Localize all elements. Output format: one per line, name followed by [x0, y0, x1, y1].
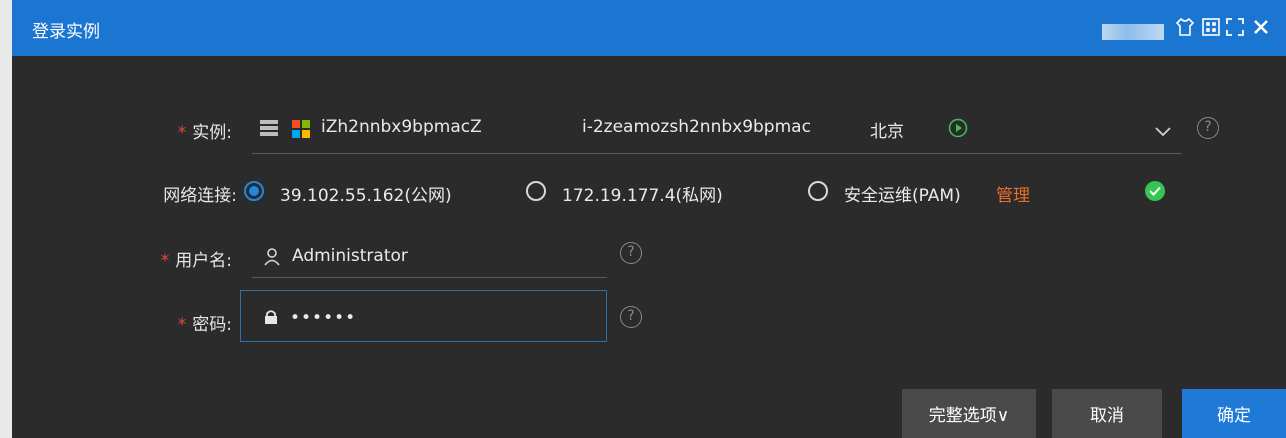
- radio-private-ip-label[interactable]: 172.19.177.4(私网): [562, 181, 723, 206]
- grid-icon[interactable]: [1200, 16, 1222, 38]
- password-label: * 密码:: [177, 315, 232, 335]
- instance-name: iZh2nnbx9bpmacZ: [321, 117, 482, 137]
- instance-underline: [252, 153, 1182, 154]
- radio-pam[interactable]: [808, 181, 828, 201]
- instance-id: i-2zeamozsh2nnbx9bpmac: [582, 117, 811, 137]
- confirm-button[interactable]: 确定: [1182, 389, 1286, 438]
- radio-public-ip-label[interactable]: 39.102.55.162(公网): [280, 181, 452, 206]
- user-icon: [264, 248, 280, 270]
- chevron-down-icon[interactable]: [1155, 122, 1171, 141]
- running-status-icon: [948, 118, 968, 142]
- username-help-icon[interactable]: ?: [620, 242, 642, 264]
- cancel-button[interactable]: 取消: [1052, 389, 1162, 438]
- more-options-button[interactable]: 完整选项∨: [902, 389, 1036, 438]
- username-underline: [252, 277, 607, 278]
- blurred-region: [1102, 24, 1164, 40]
- dialog-title: 登录实例: [32, 22, 100, 42]
- password-help-icon[interactable]: ?: [620, 306, 642, 328]
- windows-icon: [292, 120, 310, 142]
- pam-manage-link[interactable]: 管理: [996, 181, 1030, 206]
- server-icon: [260, 120, 278, 140]
- fullscreen-icon[interactable]: [1224, 16, 1246, 38]
- radio-public-ip[interactable]: [244, 181, 264, 201]
- check-icon: [1145, 181, 1165, 201]
- radio-private-ip[interactable]: [526, 181, 546, 201]
- instance-label: * 实例:: [177, 123, 232, 143]
- instance-select[interactable]: iZh2nnbx9bpmacZ i-2zeamozsh2nnbx9bpmac 北…: [240, 110, 1180, 146]
- username-input[interactable]: Administrator: [292, 246, 408, 266]
- instance-help-icon[interactable]: ?: [1197, 117, 1219, 139]
- instance-region: 北京: [870, 122, 904, 142]
- lock-icon: [263, 309, 279, 329]
- dialog-titlebar[interactable]: 登录实例: [12, 0, 1286, 56]
- password-input[interactable]: ••••••: [290, 308, 356, 328]
- login-instance-dialog: 登录实例 * 实例: iZh2nnbx9bpmacZ i-2zeamozsh2n…: [12, 0, 1286, 438]
- close-icon[interactable]: [1250, 16, 1272, 38]
- username-label: * 用户名:: [160, 251, 232, 271]
- radio-pam-label[interactable]: 安全运维(PAM): [844, 181, 961, 206]
- skin-icon[interactable]: [1174, 16, 1196, 38]
- network-label: 网络连接:: [163, 186, 237, 206]
